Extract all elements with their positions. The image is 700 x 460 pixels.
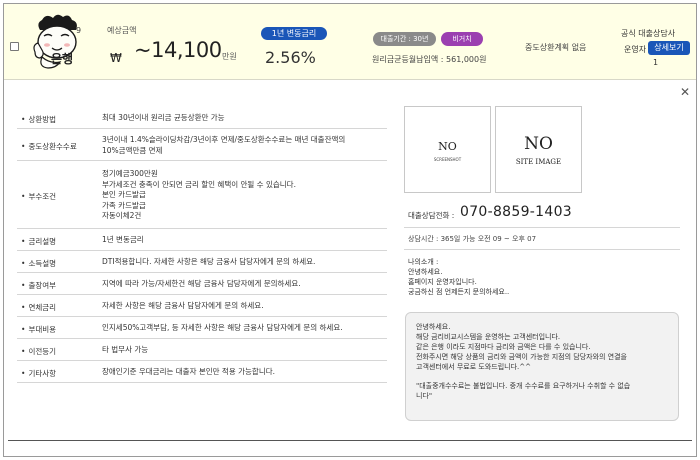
info-value-line: 자동이체2건: [102, 211, 142, 220]
info-value: 3년이내 1.4%슬라이딩차감/3년이후 면제/중도상환수수료는 매년 대출잔액…: [102, 135, 387, 156]
info-key: 중도상환수수료: [21, 141, 76, 152]
intro-line: 안녕하세요.: [408, 268, 443, 276]
info-value: 지역에 따라 가능/자세한건 해당 금융사 담당자에게 문의하세요.: [102, 279, 387, 290]
info-value-line: 정기예금300만원: [102, 169, 158, 178]
info-row-extra-cost: 부대비용 인지세50%고객부담, 등 자세한 사항은 해당 금융사 담당자에게 …: [17, 317, 387, 339]
loan-info-table: 상환방법 최대 30년이내 원리금 균등상환만 가능 중도상환수수료 3년이내 …: [17, 106, 387, 383]
info-row-rate-desc: 금리설명 1년 변동금리: [17, 229, 387, 251]
amount-value: ~14,100: [134, 38, 222, 62]
notice-line: 해당 금리비교시스템을 운영하는 고객센터입니다.: [416, 333, 561, 341]
site-image-placeholder: NO SITE IMAGE: [495, 106, 582, 193]
official-consultant-label: 공식 대출상담사: [621, 29, 676, 38]
info-row-overdue-rate: 연체금리 자세한 사항은 해당 금융사 담당자에게 문의 하세요.: [17, 295, 387, 317]
rate-type-badge: 1년 변동금리: [261, 27, 327, 40]
info-value-line: 1년 변동금리: [102, 235, 144, 244]
info-value: 타 법무사 가능: [102, 345, 387, 356]
info-row-registration: 이전등기 타 법무사 가능: [17, 339, 387, 361]
info-value-line: 인지세50%고객부담, 등 자세한 사항은 해당 금융사 담당자에게 문의 하세…: [102, 323, 343, 332]
info-value-line: 자세한 사항은 해당 금융사 담당자에게 문의 하세요.: [102, 301, 264, 310]
monthly-payment: 원리금균등월납입액 : 561,000원: [372, 55, 487, 64]
info-value-line: 3년이내 1.4%슬라이딩차감/3년이후 면제/중도상환수수료는 매년 대출잔액…: [102, 135, 346, 144]
loan-detail-panel: 은행 9 예상금액 ₩ ~14,100 만원 1년 변동금리 2.56% 대출기…: [3, 3, 697, 457]
self-introduction: 나의소개 : 안녕하세요. 홈페이지 운영자입니다. 궁금하신 점 언제든지 문…: [408, 257, 509, 297]
bank-logo-text: 은행: [51, 52, 74, 66]
info-key: 금리설명: [21, 236, 56, 247]
info-value: 장애인기준 우대금리는 대출자 본인만 적용 가능합니다.: [102, 367, 387, 378]
grace-type-badge: 비거치: [441, 32, 483, 46]
info-value-line: 지역에 따라 가능/자세한건 해당 금융사 담당자에게 문의하세요.: [102, 279, 301, 288]
notice-line: 안녕하세요.: [416, 323, 451, 331]
select-checkbox[interactable]: [10, 42, 19, 51]
screenshot-placeholder: NO SCREENSHOT: [404, 106, 491, 193]
info-value-line: 본인 카드발급: [102, 190, 146, 199]
placeholder-title: NO: [524, 134, 553, 154]
info-value-line: DTI적용합니다. 자세한 사항은 해당 금융사 담당자에게 문의 하세요.: [102, 257, 316, 266]
intro-line: 홈페이지 운영자입니다.: [408, 278, 477, 286]
info-key: 상환방법: [21, 114, 56, 125]
intro-line: 궁금하신 점 언제든지 문의하세요..: [408, 288, 510, 296]
bottom-divider: [8, 440, 692, 441]
info-value: 최대 30년이내 원리금 균등상환만 가능: [102, 113, 387, 124]
info-key: 기타사항: [21, 368, 56, 379]
info-key: 부수조건: [21, 191, 56, 202]
info-row-income: 소득설명 DTI적용합니다. 자세한 사항은 해당 금융사 담당자에게 문의 하…: [17, 251, 387, 273]
info-row-conditions: 부수조건 정기예금300만원 부가세조건 충족이 안되면 금리 할인 혜택이 안…: [17, 161, 387, 229]
info-row-etc: 기타사항 장애인기준 우대금리는 대출자 본인만 적용 가능합니다.: [17, 361, 387, 383]
notice-line: 고객센터에서 무료로 도와드립니다.^^: [416, 363, 532, 371]
phone-label: 대출상담전화 :: [408, 211, 455, 220]
info-value: 정기예금300만원 부가세조건 충족이 안되면 금리 할인 혜택이 안될 수 있…: [102, 169, 387, 222]
amount-unit: 만원: [222, 52, 237, 61]
notice-line: 같은 은행 이라도 지점마다 금리와 금액은 다를 수 있습니다.: [416, 343, 591, 351]
info-row-visit: 출장여부 지역에 따라 가능/자세한건 해당 금융사 담당자에게 문의하세요.: [17, 273, 387, 295]
notice-warning-line: 니다": [416, 392, 433, 400]
operator-count: 1: [653, 58, 659, 67]
close-icon[interactable]: ✕: [680, 86, 690, 98]
info-value: 1년 변동금리: [102, 235, 387, 246]
notice-line: 전화주시면 해당 상품의 금리와 금액이 가능한 지점의 담당자와의 연결을: [416, 353, 627, 361]
notice-warning-line: "대출중개수수료는 불법입니다. 중개 수수료를 요구하거나 수취할 수 없습: [416, 382, 631, 390]
info-value-line: 10%금액만큼 면제: [102, 145, 163, 155]
info-value: 인지세50%고객부담, 등 자세한 사항은 해당 금융사 담당자에게 문의 하세…: [102, 323, 387, 334]
info-key: 연체금리: [21, 302, 56, 313]
view-details-button[interactable]: 상세보기: [648, 41, 690, 55]
info-value-line: 타 법무사 가능: [102, 345, 149, 354]
info-row-repayment: 상환방법 최대 30년이내 원리금 균등상환만 가능: [17, 106, 387, 129]
divider: [404, 227, 680, 228]
info-key: 부대비용: [21, 324, 56, 335]
amount-label: 예상금액: [107, 26, 137, 35]
info-key: 출장여부: [21, 280, 56, 291]
placeholder-subtitle: SCREENSHOT: [433, 157, 462, 162]
currency-symbol: ₩: [110, 51, 122, 65]
phone-number[interactable]: 070-8859-1403: [460, 204, 572, 220]
bank-logo-number: 9: [76, 26, 82, 35]
intro-line: 나의소개 :: [408, 258, 439, 266]
consult-hours: 상담시간 : 365일 가능 오전 09 ~ 오후 07: [408, 235, 537, 243]
placeholder-title: NO: [438, 140, 457, 153]
info-key: 이전등기: [21, 346, 56, 357]
loan-term-badge: 대출기간 : 30년: [373, 32, 436, 46]
info-value-line: 가족 카드발급: [102, 200, 146, 210]
interest-rate: 2.56%: [265, 48, 316, 67]
loan-summary-header: 은행 9 예상금액 ₩ ~14,100 만원 1년 변동금리 2.56% 대출기…: [4, 4, 696, 80]
info-value: 자세한 사항은 해당 금융사 담당자에게 문의 하세요.: [102, 301, 387, 312]
info-value-line: 최대 30년이내 원리금 균등상환만 가능: [102, 113, 225, 122]
operator-label: 운영자: [624, 45, 647, 54]
customer-center-notice: 안녕하세요. 해당 금리비교시스템을 운영하는 고객센터입니다. 같은 은행 이…: [405, 312, 679, 421]
early-repayment-plan: 중도상환계획 없음: [525, 43, 587, 52]
info-value: DTI적용합니다. 자세한 사항은 해당 금융사 담당자에게 문의 하세요.: [102, 257, 387, 268]
divider: [404, 249, 680, 250]
placeholder-subtitle: SITE IMAGE: [515, 158, 562, 166]
info-value-line: 부가세조건 충족이 안되면 금리 할인 혜택이 안될 수 있습니다.: [102, 179, 296, 189]
info-row-prepayment-fee: 중도상환수수료 3년이내 1.4%슬라이딩차감/3년이후 면제/중도상환수수료는…: [17, 129, 387, 161]
info-value-line: 장애인기준 우대금리는 대출자 본인만 적용 가능합니다.: [102, 367, 276, 376]
info-key: 소득설명: [21, 258, 56, 269]
